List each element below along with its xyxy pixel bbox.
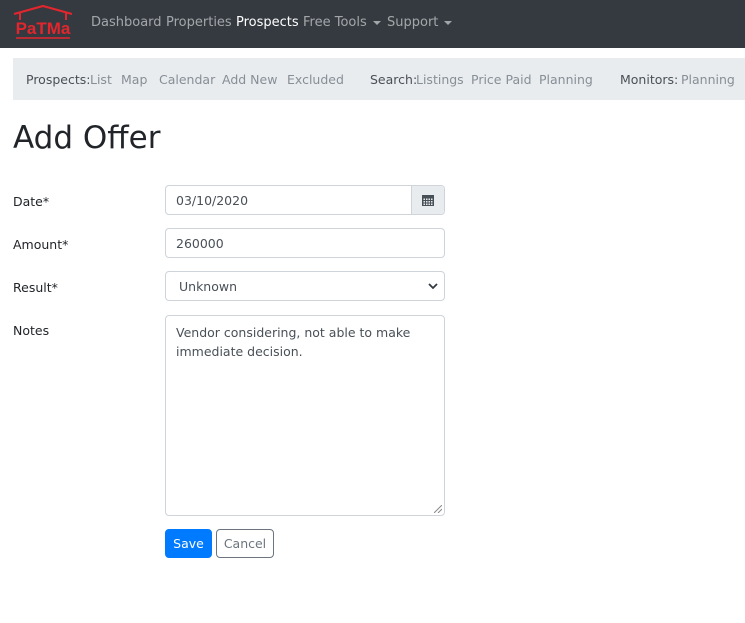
top-navbar: PaTMa Dashboard Properties Prospects Fre…: [0, 0, 745, 48]
date-label: Date*: [13, 194, 50, 209]
caret-down-icon: [444, 20, 453, 25]
subnav-list[interactable]: List: [90, 72, 112, 87]
cancel-button[interactable]: Cancel: [216, 529, 274, 558]
patma-logo[interactable]: PaTMa: [12, 4, 74, 42]
prospects-label: Prospects:: [26, 72, 91, 87]
notes-value: Vendor considering, not able to make imm…: [176, 325, 411, 359]
nav-prospects[interactable]: Prospects: [236, 15, 299, 30]
nav-free-tools[interactable]: Free Tools: [303, 15, 381, 30]
caret-down-icon: [372, 20, 381, 25]
subnav-map[interactable]: Map: [121, 72, 147, 87]
subnav-calendar[interactable]: Calendar: [159, 72, 215, 87]
sub-navigation: Prospects: List Map Calendar Add New Exc…: [13, 58, 745, 100]
search-label: Search:: [370, 72, 418, 87]
date-picker-button[interactable]: [411, 186, 444, 214]
calendar-icon: [422, 195, 434, 206]
page-title: Add Offer: [13, 120, 161, 156]
logo-text: PaTMa: [16, 19, 71, 38]
monitors-label: Monitors:: [620, 72, 679, 87]
date-input[interactable]: 03/10/2020: [165, 185, 445, 215]
notes-label: Notes: [13, 323, 50, 338]
result-label: Result*: [13, 280, 58, 295]
amount-input[interactable]: 260000: [165, 228, 445, 258]
subnav-price-paid[interactable]: Price Paid: [471, 72, 532, 87]
subnav-listings[interactable]: Listings: [416, 72, 464, 87]
subnav-planning[interactable]: Planning: [539, 72, 593, 87]
subnav-add-new[interactable]: Add New: [222, 72, 277, 87]
result-value: Unknown: [179, 279, 238, 294]
amount-value: 260000: [176, 236, 224, 251]
subnav-excluded[interactable]: Excluded: [287, 72, 344, 87]
resize-handle-icon[interactable]: [434, 505, 442, 513]
chevron-down-icon: [428, 283, 438, 290]
save-button[interactable]: Save: [165, 529, 212, 558]
subnav-monitors-planning[interactable]: Planning: [681, 72, 735, 87]
date-value: 03/10/2020: [176, 193, 249, 208]
nav-free-tools-label: Free Tools: [303, 15, 367, 30]
result-select[interactable]: Unknown: [165, 271, 445, 301]
nav-properties[interactable]: Properties: [166, 15, 232, 30]
notes-textarea[interactable]: Vendor considering, not able to make imm…: [165, 315, 445, 516]
nav-support-label: Support: [387, 15, 439, 30]
amount-label: Amount*: [13, 237, 69, 252]
nav-dashboard[interactable]: Dashboard: [91, 15, 162, 30]
nav-support[interactable]: Support: [387, 15, 453, 30]
